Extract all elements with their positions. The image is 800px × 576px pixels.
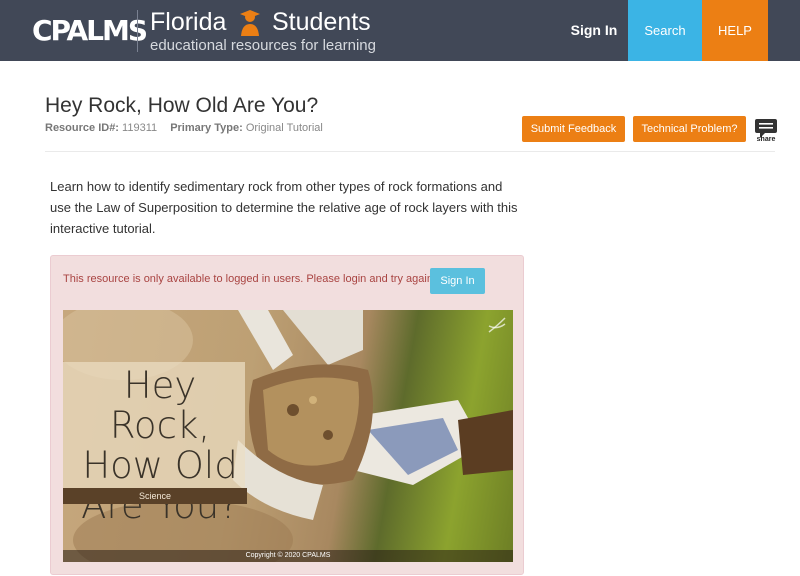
image-copyright: Copyright © 2020 CPALMS [63,550,513,562]
dna-icon [488,317,506,333]
header-divider [137,10,138,52]
share-label[interactable]: share [754,136,778,143]
primary-type-label: Primary Type: [170,122,243,134]
primary-type-value: Original Tutorial [245,122,323,134]
nav-sign-in-link[interactable]: Sign In [560,0,628,61]
tutorial-preview-image: Hey Rock, How Old Are You? Science Copyr… [63,310,513,562]
nav-help-button[interactable]: HELP [702,0,768,61]
alert-message: This resource is only available to logge… [63,273,436,285]
technical-problem-button[interactable]: Technical Problem? [633,116,746,142]
page-title: Hey Rock, How Old Are You? [45,94,319,117]
resource-id-label: Resource ID#: [45,122,119,134]
students-icon [240,10,260,36]
login-required-alert: This resource is only available to logge… [50,255,524,575]
alert-sign-in-button[interactable]: Sign In [430,268,485,294]
nav-search-button[interactable]: Search [628,0,702,61]
brand-students: Students [272,8,371,36]
brand-subtitle: educational resources for learning [150,37,376,54]
site-header: CPALMS Florida Students educational reso… [0,0,800,61]
submit-feedback-button[interactable]: Submit Feedback [522,116,625,142]
title-divider [45,151,775,152]
resource-meta: Resource ID#: 119311 Primary Type: Origi… [45,122,323,134]
resource-id-value: 119311 [122,122,158,134]
cpalms-logo[interactable]: CPALMS [32,14,148,47]
tutorial-title-line-2: How Old [82,444,238,487]
resource-description: Learn how to identify sedimentary rock f… [50,179,518,236]
subject-label: Science [63,488,247,504]
tutorial-title-line-1: Hey Rock, [109,364,211,447]
brand-title: Florida [150,8,227,36]
